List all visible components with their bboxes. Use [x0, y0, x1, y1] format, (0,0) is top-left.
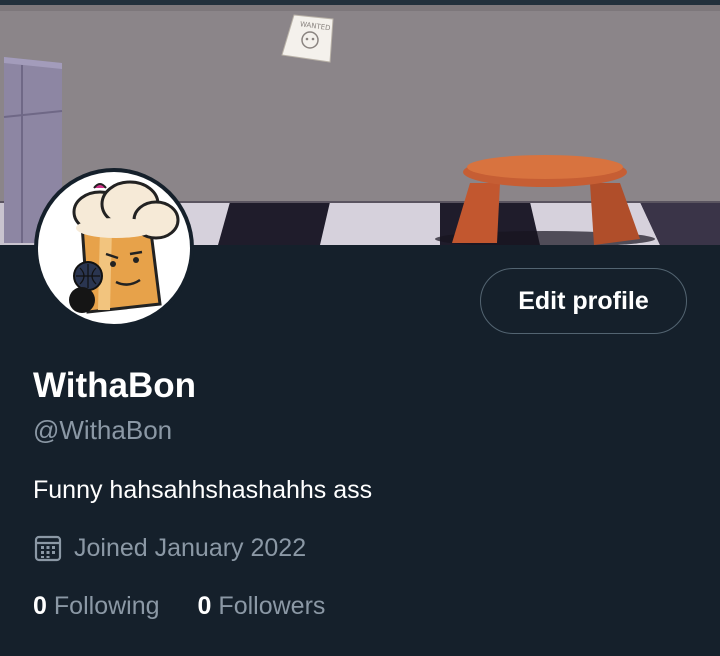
- calendar-icon: [33, 533, 63, 563]
- joined-date-text: Joined January 2022: [74, 533, 307, 562]
- following-label: Following: [53, 592, 160, 620]
- followers-link[interactable]: 0 Followers: [198, 592, 326, 621]
- profile-bio: Funny hahsahhshashahhs ass: [33, 476, 373, 504]
- avatar-image: [69, 180, 180, 314]
- followers-count: 0: [197, 592, 212, 620]
- user-handle: @WithaBon: [33, 415, 173, 445]
- display-name: WithaBon: [33, 366, 196, 405]
- following-link[interactable]: 0 Following: [33, 592, 160, 621]
- profile-avatar[interactable]: [34, 168, 194, 328]
- joined-date: Joined January 2022: [33, 533, 306, 563]
- edit-profile-button[interactable]: Edit profile: [480, 268, 687, 334]
- following-count: 0: [33, 592, 47, 620]
- follow-stats: 0 Following 0 Followers: [33, 592, 363, 621]
- followers-label: Followers: [218, 592, 326, 620]
